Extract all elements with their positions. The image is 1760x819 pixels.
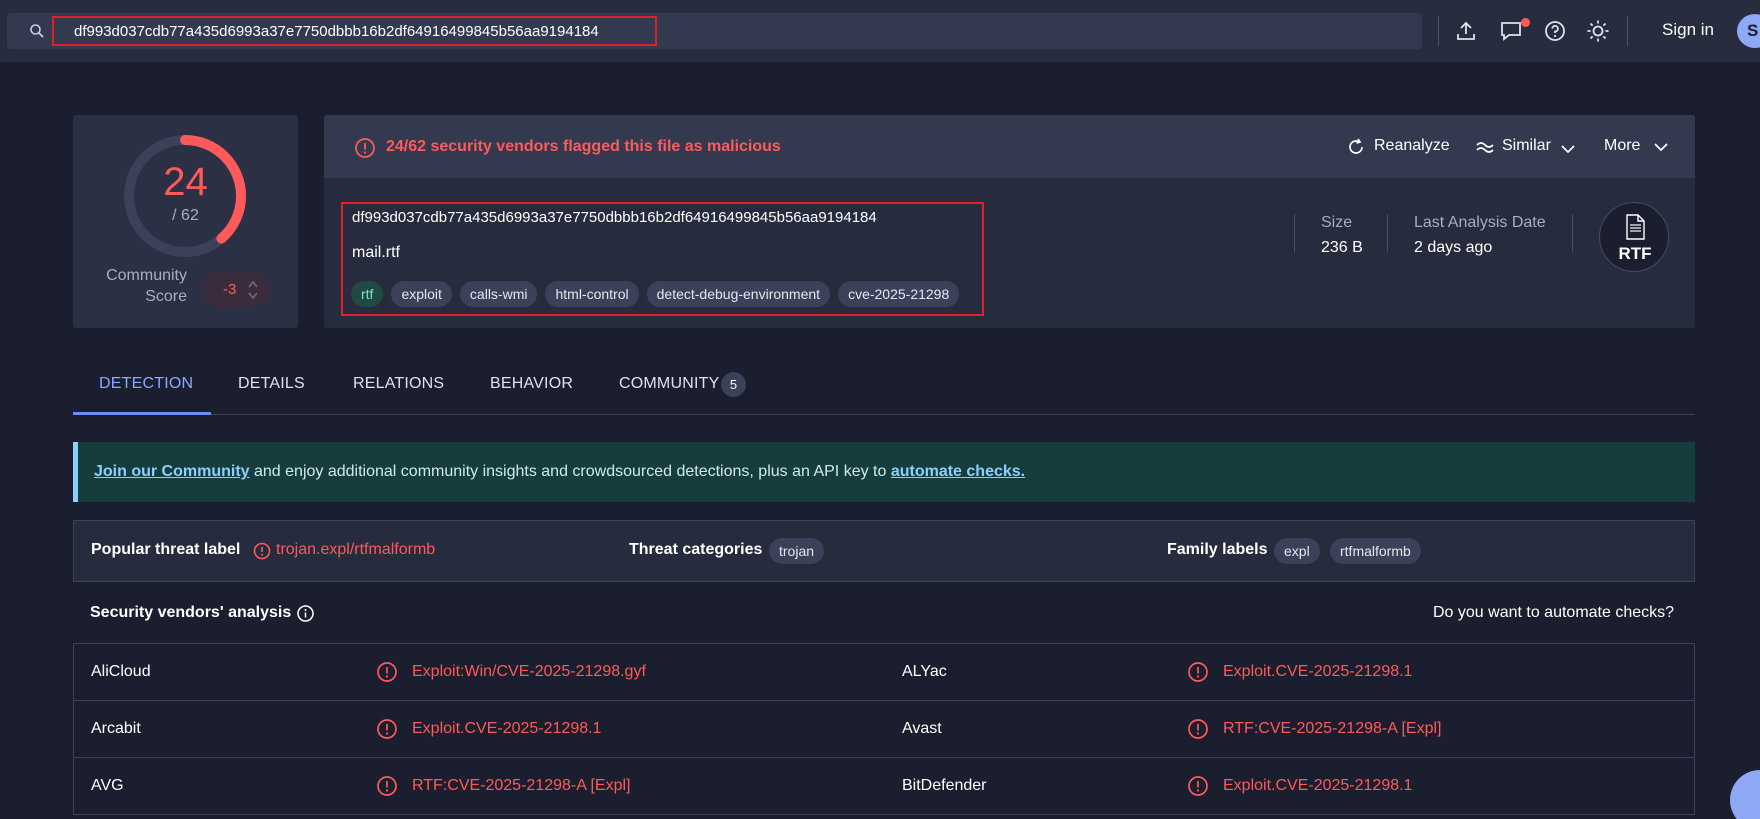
tab-behavior[interactable]: BEHAVIOR	[490, 375, 573, 393]
community-score-value: -3	[223, 281, 237, 298]
vendors-table: AliCloud Exploit:Win/CVE-2025-21298.gyf …	[73, 643, 1695, 815]
active-tab-indicator	[73, 412, 211, 415]
chat-icon[interactable]	[1499, 19, 1523, 43]
search-input[interactable]	[52, 16, 657, 46]
tab-detection[interactable]: DETECTION	[99, 375, 193, 393]
table-row: AliCloud Exploit:Win/CVE-2025-21298.gyf …	[73, 644, 1695, 701]
file-info-card: 24/62 security vendors flagged this file…	[324, 115, 1695, 328]
chevron-down-icon[interactable]	[1558, 139, 1578, 159]
malicious-alert-text: 24/62 security vendors flagged this file…	[386, 138, 781, 155]
detection-score-card: 24 / 62 Community Score -3	[73, 115, 298, 328]
tag[interactable]: detect-debug-environment	[646, 281, 831, 307]
family-label-chip[interactable]: expl	[1274, 538, 1320, 564]
tag[interactable]: calls-wmi	[459, 281, 538, 307]
file-hash: df993d037cdb77a435d6993a37e7750dbbb16b2d…	[352, 209, 877, 226]
chat-widget-button[interactable]	[1730, 770, 1760, 819]
tab-community[interactable]: COMMUNITY	[619, 375, 719, 393]
tag[interactable]: cve-2025-21298	[838, 281, 960, 307]
reanalyze-icon[interactable]	[1346, 137, 1366, 157]
alert-circle-icon	[355, 138, 375, 158]
vendor-name: Arcabit	[91, 720, 141, 737]
tag[interactable]: rtf	[351, 281, 384, 307]
banner-message: and enjoy additional community insights …	[249, 463, 891, 480]
community-score-widget[interactable]: -3	[203, 271, 269, 308]
vendor-name: BitDefender	[902, 777, 987, 794]
threat-categories-heading: Threat categories	[629, 541, 763, 558]
file-name: mail.rtf	[352, 244, 400, 261]
automate-checks-link[interactable]: Do you want to automate checks?	[1433, 604, 1674, 622]
popular-threat-label[interactable]: trojan.expl/rtfmalformb	[276, 541, 435, 559]
tag[interactable]: html-control	[545, 281, 639, 307]
table-row: AVG RTF:CVE-2025-21298-A [Expl] BitDefen…	[73, 758, 1695, 815]
theme-toggle-icon[interactable]	[1586, 19, 1610, 43]
alert-circle-icon	[377, 719, 397, 739]
tab-details[interactable]: DETAILS	[238, 375, 305, 393]
threat-labels-row: Popular threat label trojan.expl/rtfmalf…	[73, 520, 1695, 582]
file-tags: rtf exploit calls-wmi html-control detec…	[351, 281, 960, 307]
top-bar: Sign in S	[0, 0, 1760, 62]
popular-threat-label-heading: Popular threat label	[91, 541, 241, 558]
vendor-result: Exploit.CVE-2025-21298.1	[1223, 777, 1413, 794]
vendor-result: RTF:CVE-2025-21298-A [Expl]	[412, 777, 631, 794]
reanalyze-button[interactable]: Reanalyze	[1374, 137, 1450, 155]
tag[interactable]: exploit	[391, 281, 452, 307]
sign-in-link[interactable]: Sign in	[1662, 20, 1714, 40]
divider	[1438, 16, 1439, 46]
vendor-result: RTF:CVE-2025-21298-A [Expl]	[1223, 720, 1442, 737]
chevron-down-icon[interactable]	[1651, 137, 1671, 157]
file-type-label: RTF	[1618, 244, 1652, 263]
vendor-name: ALYac	[902, 663, 947, 680]
community-score-label: Community Score	[106, 267, 187, 305]
vendor-result: Exploit:Win/CVE-2025-21298.gyf	[412, 663, 646, 680]
join-community-link[interactable]: Join our Community	[94, 463, 250, 480]
similar-button[interactable]: Similar	[1502, 137, 1551, 155]
security-vendors-heading: Security vendors' analysis	[90, 604, 292, 621]
divider	[1294, 214, 1295, 252]
community-banner: Join our Community and enjoy additional …	[73, 442, 1695, 502]
detections-count: 24	[163, 160, 208, 204]
alert-circle-icon	[1188, 662, 1208, 682]
tab-bar: DETECTION DETAILS RELATIONS BEHAVIOR COM…	[73, 355, 1695, 415]
vendor-result: Exploit.CVE-2025-21298.1	[412, 720, 602, 737]
avatar[interactable]: S	[1737, 14, 1760, 48]
vendor-name: AliCloud	[91, 663, 151, 680]
document-icon	[1626, 214, 1645, 240]
alert-circle-icon	[377, 776, 397, 796]
file-type-badge: RTF	[1599, 202, 1669, 272]
search-box[interactable]	[7, 13, 1422, 49]
banner-text: Join our Community and enjoy additional …	[94, 463, 1025, 481]
automate-checks-link[interactable]: automate checks.	[891, 463, 1025, 480]
more-button[interactable]: More	[1604, 137, 1640, 155]
alert-header: 24/62 security vendors flagged this file…	[324, 115, 1695, 178]
notification-dot	[1521, 18, 1530, 27]
vendor-name: AVG	[91, 777, 124, 794]
last-analysis-date-label: Last Analysis Date	[1414, 214, 1546, 231]
alert-circle-icon	[1188, 719, 1208, 739]
upload-icon[interactable]	[1454, 19, 1478, 43]
vote-arrows-icon[interactable]	[247, 278, 259, 302]
search-icon	[30, 24, 44, 38]
alert-circle-icon	[1188, 776, 1208, 796]
total-vendors: / 62	[172, 207, 199, 224]
divider	[1627, 16, 1628, 46]
family-label-chip[interactable]: rtfmalformb	[1330, 538, 1421, 564]
tab-relations[interactable]: RELATIONS	[353, 375, 444, 393]
divider	[1572, 214, 1573, 252]
last-analysis-date: 2 days ago	[1414, 239, 1493, 256]
table-row: Arcabit Exploit.CVE-2025-21298.1 Avast R…	[73, 701, 1695, 758]
vendor-name: Avast	[902, 720, 942, 737]
family-labels-heading: Family labels	[1167, 541, 1268, 558]
threat-category-chip[interactable]: trojan	[769, 538, 825, 564]
file-size: 236 B	[1321, 239, 1363, 256]
alert-circle-icon	[377, 662, 397, 682]
alert-circle-icon	[253, 542, 271, 560]
vendor-result: Exploit.CVE-2025-21298.1	[1223, 663, 1413, 680]
divider	[1387, 214, 1388, 252]
info-icon[interactable]	[296, 604, 315, 623]
similar-icon[interactable]	[1475, 137, 1495, 157]
size-label: Size	[1321, 214, 1353, 231]
help-icon[interactable]	[1543, 19, 1567, 43]
community-count-badge: 5	[721, 372, 746, 397]
